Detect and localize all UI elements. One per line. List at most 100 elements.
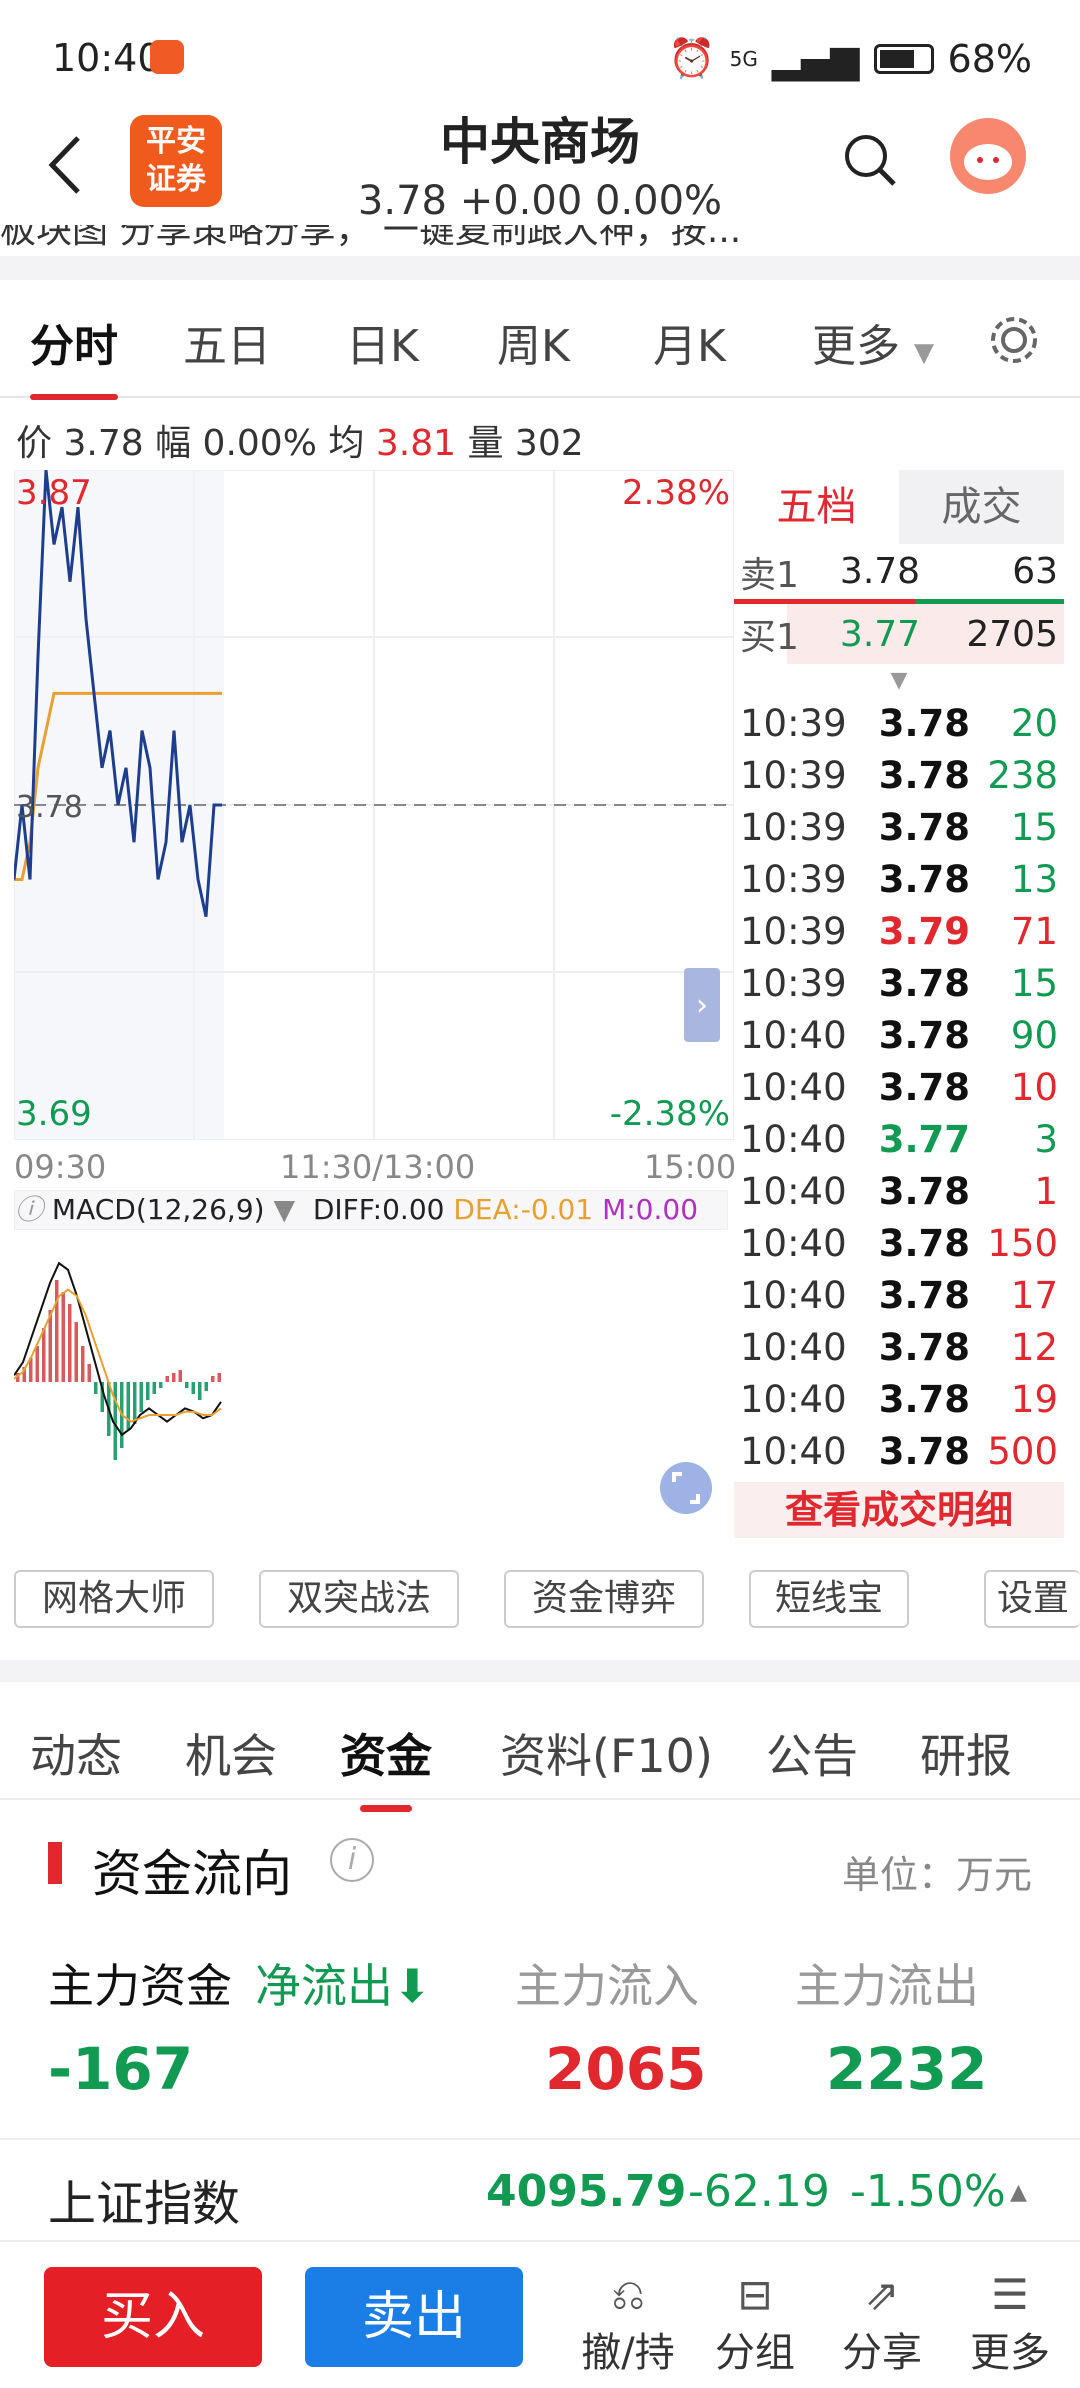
trade-time: 10:39 bbox=[740, 806, 847, 849]
trade-time: 10:39 bbox=[740, 702, 847, 745]
trade-volume: 238 bbox=[987, 754, 1058, 797]
macd-bar bbox=[159, 1382, 163, 1388]
trade-time: 10:40 bbox=[740, 1222, 847, 1265]
info-icon[interactable]: i bbox=[330, 1838, 374, 1882]
macd-bar bbox=[81, 1346, 85, 1382]
battery-icon bbox=[873, 43, 934, 74]
macd-bar bbox=[185, 1382, 189, 1388]
tool-grid-master[interactable]: 网格大师 bbox=[14, 1570, 214, 1628]
trade-row: 10:39 3.78 20 bbox=[734, 698, 1064, 750]
tool-settings[interactable]: 设置 bbox=[984, 1570, 1080, 1628]
macd-bar bbox=[94, 1382, 98, 1394]
macd-bar bbox=[139, 1382, 143, 1412]
status-time: 10:40 bbox=[52, 36, 162, 80]
tab-five-levels[interactable]: 五档 bbox=[734, 470, 899, 544]
menu-icon: ☰ bbox=[991, 2270, 1029, 2319]
macd-bar bbox=[198, 1382, 202, 1400]
trade-volume: 15 bbox=[1010, 806, 1058, 849]
scrolling-ticker[interactable]: 板块图 分享策略分享， 一键复制跟大神，按... bbox=[0, 225, 1080, 255]
alarm-icon: ⏰ bbox=[668, 36, 716, 80]
tab-monthly-k[interactable]: 月K bbox=[653, 310, 726, 374]
trade-price: 3.78 bbox=[878, 806, 970, 849]
trade-row: 10:40 3.78 150 bbox=[734, 1218, 1064, 1270]
intraday-chart[interactable]: 3.87 3.78 3.69 2.38% -2.38% › bbox=[14, 470, 734, 1140]
tab-intraday[interactable]: 分时 bbox=[30, 310, 118, 400]
tool-short-line[interactable]: 短线宝 bbox=[749, 1570, 909, 1628]
tab-profile[interactable]: 资料(F10) bbox=[500, 1720, 713, 1786]
stock-quote-summary: 3.78 +0.00 0.00% bbox=[357, 178, 723, 224]
trade-volume: 150 bbox=[987, 1222, 1058, 1265]
tab-funds[interactable]: 资金 bbox=[340, 1720, 432, 1812]
share-button[interactable]: ⇗ 分享 bbox=[832, 2270, 932, 2378]
tab-opportunity[interactable]: 机会 bbox=[185, 1720, 277, 1786]
macd-bar bbox=[133, 1382, 137, 1424]
pct-max-label: 2.38% bbox=[622, 473, 730, 513]
time-mid: 11:30/13:00 bbox=[280, 1148, 476, 1186]
trade-volume: 15 bbox=[1010, 962, 1058, 1005]
macd-bar bbox=[113, 1382, 117, 1460]
tab-announcements[interactable]: 公告 bbox=[766, 1720, 858, 1786]
tab-daily-k[interactable]: 日K bbox=[346, 310, 419, 374]
trade-price: 3.78 bbox=[878, 702, 970, 745]
folder-icon: ⊟ bbox=[737, 2270, 773, 2319]
tab-five-day[interactable]: 五日 bbox=[183, 310, 271, 374]
search-icon[interactable] bbox=[840, 130, 900, 190]
expand-up-icon[interactable]: ▲ bbox=[1010, 2180, 1027, 2205]
group-button[interactable]: ⊟ 分组 bbox=[705, 2270, 805, 2378]
chevron-down-icon: ▼ bbox=[914, 338, 934, 368]
trade-volume: 90 bbox=[1010, 1014, 1058, 1057]
trade-volume: 20 bbox=[1010, 702, 1058, 745]
trade-time: 10:40 bbox=[740, 1430, 847, 1473]
macd-header[interactable]: ⓘ MACD(12,26,9) ▼ DIFF:0.00 DEA:-0.01 M:… bbox=[14, 1190, 728, 1230]
trade-time: 10:39 bbox=[740, 754, 847, 797]
index-name: 上证指数 bbox=[48, 2176, 241, 2232]
expand-arrow-icon[interactable]: ▼ bbox=[734, 664, 1064, 698]
macd-bar bbox=[42, 1328, 46, 1382]
macd-bar bbox=[191, 1382, 195, 1394]
trade-row: 10:40 3.78 12 bbox=[734, 1322, 1064, 1374]
trade-time: 10:39 bbox=[740, 962, 847, 1005]
view-trade-details-button[interactable]: 查看成交明细 bbox=[734, 1482, 1064, 1538]
trade-price: 3.78 bbox=[878, 1274, 970, 1317]
trade-price: 3.78 bbox=[878, 1066, 970, 1109]
trade-price: 3.78 bbox=[878, 962, 970, 1005]
share-icon: ⇗ bbox=[864, 2270, 900, 2319]
info-tabs: 动态 机会 资金 资料(F10) 公告 研报 bbox=[0, 1690, 1080, 1812]
assistant-avatar-icon[interactable] bbox=[950, 118, 1026, 194]
dropdown-icon: ▼ bbox=[264, 1193, 304, 1226]
network-label: 5G bbox=[729, 46, 758, 71]
net-outflow-label: 净流出⬇ bbox=[255, 1959, 432, 2013]
trade-row: 10:39 3.78 15 bbox=[734, 958, 1064, 1010]
stock-name: 中央商场 bbox=[440, 113, 640, 171]
stock-header: 平安 证券 中央商场 3.78 +0.00 0.00% bbox=[0, 100, 1080, 230]
macd-chart bbox=[14, 1261, 712, 1514]
tab-research[interactable]: 研报 bbox=[920, 1720, 1012, 1786]
trade-price: 3.78 bbox=[878, 1326, 970, 1369]
trade-row: 10:40 3.78 17 bbox=[734, 1270, 1064, 1322]
trade-row: 10:39 3.79 71 bbox=[734, 906, 1064, 958]
quote-info-line: 价 3.78 幅 0.00% 均 3.81 量 302 bbox=[16, 423, 584, 464]
bottom-action-bar: 买入 卖出 ⎌ 撤/持 ⊟ 分组 ⇗ 分享 ☰ 更多 bbox=[0, 2240, 1080, 2388]
cancel-hold-button[interactable]: ⎌ 撤/持 bbox=[578, 2270, 678, 2378]
chart-period-tabs: 分时 五日 日K 周K 月K 更多 ▼ bbox=[0, 290, 1080, 400]
tab-more[interactable]: 更多 ▼ bbox=[812, 310, 934, 374]
gear-icon[interactable] bbox=[986, 312, 1042, 368]
index-bar[interactable]: 上证指数 4095.79 -62.19 -1.50% ▲ bbox=[0, 2138, 1080, 2238]
trade-volume: 3 bbox=[1034, 1118, 1058, 1161]
status-right: ⏰ 5G ▂▄▆ 68% bbox=[668, 36, 1032, 81]
tab-weekly-k[interactable]: 周K bbox=[497, 310, 570, 374]
tool-double-breakout[interactable]: 双突战法 bbox=[259, 1570, 459, 1628]
main-fund-label: 主力资金 bbox=[48, 1959, 232, 2013]
tab-trades[interactable]: 成交 bbox=[899, 470, 1064, 544]
more-button[interactable]: ☰ 更多 bbox=[960, 2270, 1060, 2378]
sell-button[interactable]: 卖出 bbox=[305, 2267, 523, 2367]
divider bbox=[0, 1660, 1080, 1682]
macd-bar bbox=[35, 1346, 39, 1382]
tab-news[interactable]: 动态 bbox=[30, 1720, 122, 1786]
tool-fund-game[interactable]: 资金博弈 bbox=[504, 1570, 704, 1628]
buy-button[interactable]: 买入 bbox=[44, 2267, 262, 2367]
down-arrow-icon: ⬇ bbox=[393, 1959, 432, 2013]
trade-volume: 19 bbox=[1010, 1378, 1058, 1421]
buy-1-row: 买1 3.77 2705 bbox=[734, 604, 1064, 664]
trade-time: 10:40 bbox=[740, 1118, 847, 1161]
